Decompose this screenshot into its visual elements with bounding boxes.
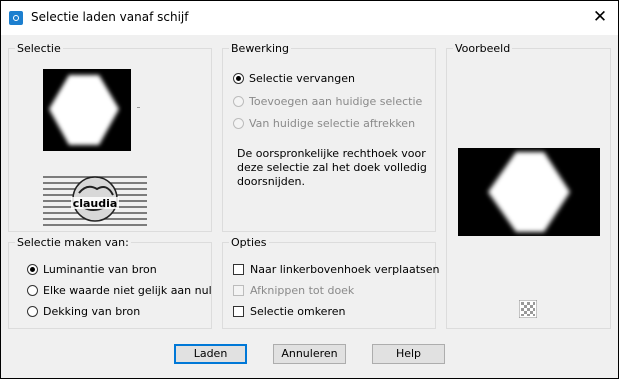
selection-thumbnail[interactable] [43,69,135,151]
luminance-label: Luminantie van bron [43,263,157,276]
options-group-label: Opties [229,236,269,249]
clip-to-canvas-checkbox [233,285,244,296]
invert-selection-option[interactable]: Selectie omkeren [233,305,345,318]
make-from-group: Selectie maken van: Luminantie van bron … [8,236,212,329]
replace-selection-label: Selectie vervangen [249,72,355,85]
move-top-left-checkbox[interactable] [233,264,244,275]
preview-canvas [458,148,600,236]
preview-group: Voorbeeld [446,42,611,329]
subtract-selection-option: Van huidige selectie aftrekken [233,117,415,130]
load-button[interactable]: Laden [174,344,247,364]
app-icon [9,11,23,25]
edit-group: Bewerking Selectie vervangen Toevoegen a… [222,42,436,232]
logo-caption: claudia [73,197,118,210]
subtract-selection-label: Van huidige selectie aftrekken [249,117,416,130]
nonzero-label: Elke waarde niet gelijk aan nul [43,284,212,297]
make-from-group-label: Selectie maken van: [15,236,131,249]
opacity-label: Dekking van bron [43,305,141,318]
move-top-left-option[interactable]: Naar linkerbovenhoek verplaatsen [233,263,439,276]
clip-to-canvas-option: Afknippen tot doek [233,284,354,297]
options-group: Opties Naar linkerbovenhoek verplaatsen … [222,236,439,329]
opacity-radio[interactable] [27,306,38,317]
move-top-left-label: Naar linkerbovenhoek verplaatsen [250,263,440,276]
checkerboard-icon[interactable] [519,300,537,318]
replace-selection-option[interactable]: Selectie vervangen [233,72,355,85]
add-to-selection-label: Toevoegen aan huidige selectie [249,95,423,108]
add-to-selection-radio [233,96,244,107]
nonzero-radio[interactable] [27,285,38,296]
luminance-option[interactable]: Luminantie van bron [27,263,157,276]
thumbnail-scroll-marker [137,107,140,108]
selection-group-label: Selectie [15,42,63,55]
close-icon[interactable]: ✕ [590,7,610,27]
help-button[interactable]: Help [372,344,445,364]
title-bar: Selectie laden vanaf schijf ✕ [1,1,618,35]
clip-to-canvas-label: Afknippen tot doek [250,284,355,297]
luminance-radio[interactable] [27,264,38,275]
edit-description: De oorspronkelijke rechthoek voor deze s… [237,147,427,188]
window-title: Selectie laden vanaf schijf [31,10,189,24]
watermark-logo: claudia [43,176,147,226]
add-to-selection-option: Toevoegen aan huidige selectie [233,95,422,108]
selection-group: Selectie claudia [8,42,212,232]
preview-group-label: Voorbeeld [453,42,513,55]
edit-group-label: Bewerking [229,42,291,55]
subtract-selection-radio [233,118,244,129]
cancel-button[interactable]: Annuleren [273,344,346,364]
invert-selection-label: Selectie omkeren [250,305,346,318]
nonzero-option[interactable]: Elke waarde niet gelijk aan nul [27,284,212,297]
invert-selection-checkbox[interactable] [233,306,244,317]
opacity-option[interactable]: Dekking van bron [27,305,140,318]
dialog-window: Selectie laden vanaf schijf ✕ Selectie c… [0,0,619,379]
replace-selection-radio[interactable] [233,73,244,84]
